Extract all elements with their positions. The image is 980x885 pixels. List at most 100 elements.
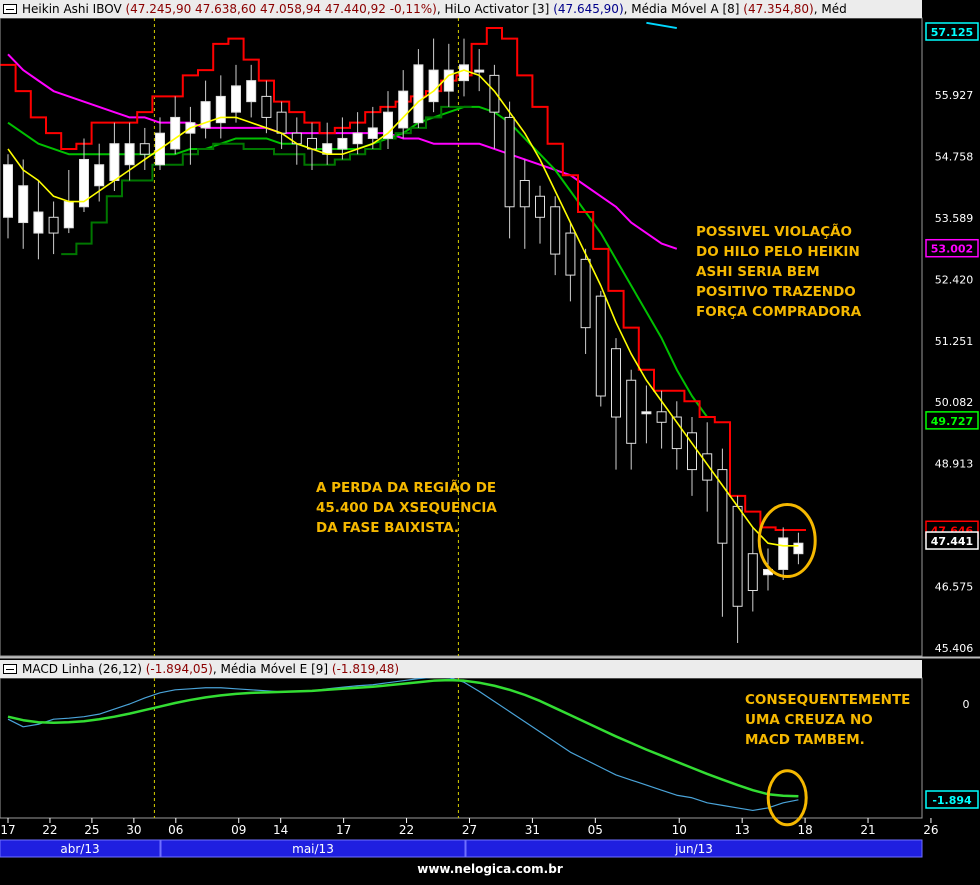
candle-down (626, 379, 637, 444)
candle-down (732, 505, 743, 607)
header-title: Heikin Ashi IBOV (22, 2, 126, 16)
annotation-line: CONSEQUENTEMENTE (745, 692, 911, 708)
candle-down (550, 206, 561, 255)
candle-up (337, 137, 348, 150)
candle-up (428, 69, 439, 103)
candle-up (413, 64, 424, 124)
y-tick-label: 46.575 (935, 581, 974, 594)
price-badge: 57.125 (925, 22, 979, 41)
x-tick-label: 10 (672, 823, 687, 837)
x-tick-label: 13 (735, 823, 750, 837)
candle-up (246, 80, 257, 103)
y-tick-label: 53.589 (935, 212, 974, 225)
price-badge-label: 57.125 (931, 26, 973, 39)
candle-down (535, 195, 545, 218)
candle-up (18, 185, 29, 224)
x-tick-label: 18 (797, 823, 812, 837)
y-tick-label: 48.913 (935, 458, 974, 471)
y-tick-label: 50.082 (935, 396, 974, 409)
macd-header-title: MACD Linha (26,12) (22, 662, 146, 676)
x-tick-label: 17 (0, 823, 15, 837)
candle-up (367, 127, 378, 139)
candle-down (565, 232, 576, 276)
candle-up (3, 164, 13, 218)
candle-down (595, 295, 606, 397)
main-chart-header: Heikin Ashi IBOV (47.245,90 47.638,60 47… (0, 0, 922, 18)
candle-up (778, 537, 789, 570)
annotation-line: POSITIVO TRAZENDO (696, 284, 856, 300)
candle-down (656, 411, 667, 423)
x-tick-label: 05 (588, 823, 603, 837)
x-tick-label: 22 (42, 823, 57, 837)
x-tick-label: 22 (399, 823, 414, 837)
price-badge: 47.441 (925, 531, 979, 550)
candle-up (63, 201, 74, 229)
x-tick-label: 21 (860, 823, 875, 837)
price-badge-label: 53.002 (931, 243, 973, 256)
annotation-line: FORÇA COMPRADORA (696, 304, 862, 320)
x-tick-label: 26 (923, 823, 938, 837)
candle-down (580, 258, 591, 329)
panel-icon[interactable] (3, 4, 17, 14)
annotation-line: DO HILO PELO HEIKIN (696, 244, 860, 260)
panel-icon[interactable] (3, 664, 17, 674)
candle-down (519, 179, 530, 208)
candle-down (48, 216, 59, 234)
macd-signal-value: (-1.819,48) (331, 662, 400, 676)
candle-up (474, 69, 485, 73)
candle-down (504, 116, 515, 208)
annotation-line: A PERDA DA REGIÃO DE (316, 480, 497, 496)
candle-down (611, 348, 621, 418)
header-ma-label: , Média Móvel A [8] (623, 2, 744, 16)
x-tick-label: 25 (84, 823, 99, 837)
annotation-macd: CONSEQUENTEMENTE UMA CREUZA NO MACD TAMB… (745, 690, 910, 750)
x-tick-label: 31 (525, 823, 540, 837)
price-badge: 49.727 (925, 411, 979, 430)
candle-down (489, 74, 500, 113)
candle-down (276, 111, 287, 134)
header-hilo-label: , HiLo Activator [3] (436, 2, 554, 16)
header-ma-value: (47.354,80) (743, 2, 814, 16)
macd-chart-header: MACD Linha (26,12) (-1.894,05), Média Mó… (0, 660, 922, 678)
header-ohlc-values: (47.245,90 47.638,60 47.058,94 47.440,92… (125, 2, 437, 16)
x-tick-label: 27 (462, 823, 477, 837)
candle-up (33, 211, 44, 234)
price-badge: 53.002 (925, 238, 979, 258)
x-tick-label: 17 (336, 823, 351, 837)
candle-up (398, 90, 409, 129)
header-hilo-value: (47.645,90) (553, 2, 624, 16)
candle-up (793, 542, 804, 555)
candle-down (261, 95, 272, 118)
footer-url[interactable]: www.nelogica.com.br (0, 858, 980, 881)
macd-header-value: (-1.894,05) (145, 662, 213, 676)
candle-up (109, 143, 120, 181)
candle-down (139, 143, 150, 155)
x-tick-label: 30 (126, 823, 141, 837)
y-tick-label: 55.927 (935, 89, 974, 102)
annotation-line: POSSIVEL VIOLAÇÃO (696, 224, 853, 240)
y-tick-label: 54.758 (935, 150, 974, 163)
x-tick-label: 14 (273, 823, 288, 837)
month-label: mai/13 (292, 842, 334, 856)
month-label: jun/13 (674, 842, 713, 856)
candle-up (231, 85, 241, 113)
y-tick-label: 51.251 (935, 335, 974, 348)
candle-up (641, 411, 652, 415)
annotation-support: A PERDA DA REGIÃO DE 45.400 DA XSEQUENCI… (316, 478, 497, 538)
x-tick-label: 09 (231, 823, 246, 837)
candle-down (747, 553, 758, 591)
macd-y-tick-label: 0 (963, 698, 970, 711)
annotation-line: 45.400 DA XSEQUENCIA (316, 500, 497, 516)
chart-window: 57.125 55.927 54.758 53.589 52.420 51.251 50.0… (0, 0, 980, 881)
y-tick-label: 52.420 (935, 273, 974, 286)
candle-down (702, 453, 713, 481)
candle-up (443, 69, 454, 92)
candle-up (352, 132, 363, 145)
x-tick-label: 06 (168, 823, 183, 837)
annotation-hilo: POSSIVEL VIOLAÇÃO DO HILO PELO HEIKIN AS… (696, 222, 861, 322)
annotation-line: ASHI SERIA BEM (696, 264, 820, 280)
price-badge-label: 49.727 (931, 415, 973, 428)
annotation-line: UMA CREUZA NO (745, 712, 873, 728)
macd-signal-label: , Média Móvel E [9] (212, 662, 332, 676)
y-tick-label: 45.406 (935, 642, 974, 655)
